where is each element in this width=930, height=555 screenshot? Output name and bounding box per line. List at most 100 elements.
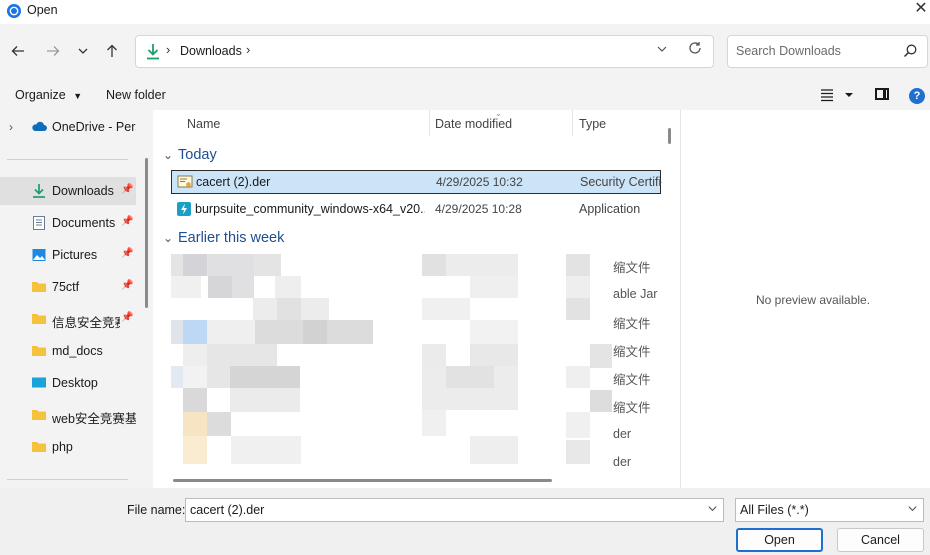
preview-pane: No preview available.	[680, 110, 930, 488]
file-name: cacert (2).der	[196, 175, 271, 189]
picture-icon	[32, 249, 46, 261]
help-icon[interactable]: ?	[909, 88, 925, 104]
nav-divider	[7, 159, 128, 160]
search-icon	[903, 44, 917, 58]
arrow-left-icon	[11, 46, 24, 56]
file-type: 缩文件	[613, 261, 651, 275]
folder-icon	[32, 442, 46, 452]
nav-item-php[interactable]: php	[0, 433, 136, 461]
navigation-pane: › OneDrive - Pers Downloads 📌 Documents …	[0, 110, 153, 488]
nav-item-web-security[interactable]: web安全竞赛基	[0, 401, 136, 429]
nav-item-md-docs[interactable]: md_docs	[0, 337, 136, 365]
pin-icon: 📌	[121, 216, 134, 227]
file-type: der	[613, 427, 632, 441]
organize-label: Organize	[15, 88, 66, 102]
preview-pane-icon[interactable]	[875, 88, 889, 100]
title-bar: Open ✕	[0, 0, 930, 24]
column-separator[interactable]	[572, 110, 573, 136]
chevron-down-icon[interactable]: ⌄	[163, 231, 173, 245]
chevron-down-icon	[78, 48, 88, 54]
cloud-icon	[32, 121, 47, 131]
open-button[interactable]: Open	[736, 528, 823, 552]
group-header-earlier[interactable]: Earlier this week	[178, 230, 284, 246]
file-type: 缩文件	[613, 373, 651, 387]
list-vertical-scrollbar[interactable]	[668, 128, 671, 144]
file-type-select[interactable]: All Files (*.*)	[735, 498, 924, 522]
file-name-label: File name:	[127, 503, 186, 517]
file-name: burpsuite_community_windows-x64_v20...	[195, 202, 425, 216]
list-view-icon	[821, 89, 853, 102]
file-date: 4/29/2025 10:28	[435, 202, 522, 216]
nav-item-downloads[interactable]: Downloads 📌	[0, 177, 136, 205]
file-row-burpsuite[interactable]: burpsuite_community_windows-x64_v20... 4…	[171, 198, 661, 222]
folder-icon	[32, 282, 46, 292]
download-icon	[33, 184, 45, 198]
file-name-value[interactable]: cacert (2).der	[190, 503, 264, 517]
file-type: 缩文件	[613, 401, 651, 415]
nav-label: OneDrive - Pers	[52, 120, 136, 134]
group-header-today[interactable]: Today	[178, 147, 217, 163]
file-type-value: All Files (*.*)	[740, 503, 809, 517]
file-type: 缩文件	[613, 317, 651, 331]
nav-item-onedrive[interactable]: › OneDrive - Pers	[0, 113, 136, 141]
folder-icon	[32, 346, 46, 356]
chevron-down-icon[interactable]	[707, 503, 718, 517]
desktop-icon	[32, 377, 46, 388]
search-input[interactable]: Search Downloads	[736, 44, 841, 58]
column-header-date[interactable]: Date modified	[435, 117, 512, 145]
refresh-icon[interactable]	[688, 41, 702, 59]
recent-locations-button[interactable]	[72, 40, 94, 62]
nav-item-75ctf[interactable]: 75ctf 📌	[0, 273, 136, 301]
back-button[interactable]	[7, 40, 29, 62]
view-options-button[interactable]	[819, 86, 855, 104]
column-separator[interactable]	[429, 110, 430, 136]
document-icon	[33, 216, 45, 230]
up-button[interactable]	[101, 40, 123, 62]
nav-label: 信息安全竞赛	[52, 316, 120, 330]
pin-icon: 📌	[121, 184, 134, 195]
arrow-right-icon	[47, 46, 60, 56]
address-box[interactable]: › Downloads ›	[135, 35, 714, 68]
nav-item-desktop[interactable]: Desktop	[0, 369, 136, 397]
organize-button[interactable]: Organize ▼	[15, 88, 82, 102]
chevron-down-icon[interactable]: ⌄	[163, 148, 173, 162]
file-type: Application	[579, 202, 641, 216]
nav-item-documents[interactable]: Documents 📌	[0, 209, 136, 237]
close-button[interactable]: ✕	[912, 0, 930, 20]
certificate-icon	[177, 175, 193, 188]
nav-label: web安全竞赛基	[52, 412, 136, 426]
file-type: Security Certificate	[580, 175, 662, 189]
nav-item-security-contest[interactable]: 信息安全竞赛 📌	[0, 305, 136, 333]
list-horizontal-scrollbar[interactable]	[173, 479, 552, 482]
file-type: 缩文件	[613, 345, 651, 359]
address-dropdown-icon[interactable]	[656, 43, 668, 58]
command-bar: Organize ▼ New folder ?	[0, 80, 930, 110]
folder-icon	[32, 314, 46, 324]
arrow-up-icon	[107, 44, 117, 57]
window-title: Open	[27, 3, 58, 17]
search-box[interactable]: Search Downloads	[727, 35, 928, 68]
new-folder-button[interactable]: New folder	[106, 88, 166, 102]
burpsuite-app-icon	[177, 202, 191, 216]
breadcrumb-chevron-icon[interactable]: ›	[246, 42, 250, 57]
nav-label: md_docs	[52, 344, 103, 358]
breadcrumb-chevron-icon: ›	[166, 42, 171, 57]
folder-icon	[32, 410, 46, 420]
pin-icon: 📌	[121, 280, 134, 291]
file-date: 4/29/2025 10:32	[436, 175, 523, 189]
column-header-name[interactable]: Name	[187, 117, 220, 145]
chevron-right-icon[interactable]: ›	[9, 120, 13, 134]
chevron-down-icon[interactable]	[907, 503, 918, 517]
column-header-type[interactable]: Type	[579, 117, 606, 145]
forward-button[interactable]	[42, 40, 64, 62]
cancel-button[interactable]: Cancel	[837, 528, 924, 552]
file-row-cacert[interactable]: cacert (2).der 4/29/2025 10:32 Security …	[171, 170, 662, 194]
chevron-down-icon: ▼	[73, 91, 83, 101]
dialog-footer: File name: cacert (2).der All Files (*.*…	[0, 488, 930, 555]
file-name-field[interactable]: cacert (2).der	[185, 498, 724, 522]
nav-scrollbar[interactable]	[145, 158, 148, 308]
nav-label: Desktop	[52, 376, 98, 390]
breadcrumb-downloads[interactable]: Downloads	[180, 44, 242, 58]
preview-message: No preview available.	[756, 293, 871, 307]
nav-item-pictures[interactable]: Pictures 📌	[0, 241, 136, 269]
